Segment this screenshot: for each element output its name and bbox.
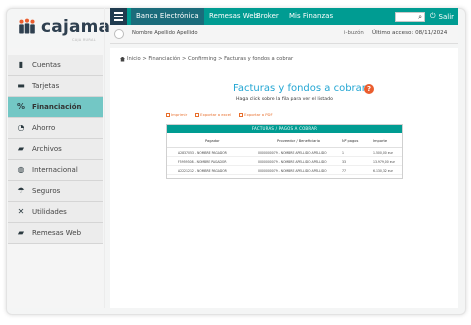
logout-button[interactable]: ⏻ Salir — [430, 8, 454, 25]
help-icon[interactable]: ? — [364, 84, 374, 94]
book-icon: ▮ — [18, 60, 24, 69]
amount-cell: 6.130,32 eur — [373, 169, 393, 173]
sidebar-item-remesas-web[interactable]: ▰ Remesas Web — [8, 223, 103, 244]
sidebar-item-label: Cuentas — [32, 61, 61, 69]
nav-item-banca-electronica[interactable]: Banca Electrónica — [131, 8, 204, 25]
sidebar-item-archivos[interactable]: ▰ Archivos — [8, 139, 103, 160]
tools-icon: ✕ — [17, 207, 25, 216]
invoice-table: FACTURAS / PAGOS A COBRAR Pagador Provee… — [166, 124, 403, 179]
sidebar-item-label: Ahorro — [32, 124, 56, 132]
column-header-provider: Proveedor / Beneficiario — [277, 139, 320, 143]
page-subtitle: Haga click sobre la fila para ver el lis… — [236, 97, 333, 102]
last-access: Último acceso: 08/11/2024 — [372, 30, 448, 36]
table-row[interactable]: A2837053 - NOMBRE PAGADOR 0000000079 - N… — [167, 148, 402, 157]
menu-button[interactable] — [110, 8, 127, 25]
print-label: Imprimir — [171, 112, 188, 117]
export-pdf-link[interactable]: Exportar a PDF — [239, 112, 273, 117]
table-header: Pagador Proveedor / Beneficiario Nº pago… — [167, 133, 402, 148]
search-icon: ⌕ — [418, 12, 422, 21]
sidebar-divider — [104, 8, 105, 308]
sidebar-item-cuentas[interactable]: ▮ Cuentas — [8, 55, 103, 76]
sidebar-item-label: Archivos — [32, 145, 62, 153]
sidebar-item-internacional[interactable]: ◍ Internacional — [8, 160, 103, 181]
user-icon — [114, 29, 124, 39]
payer-cell: A2837053 - NOMBRE PAGADOR — [178, 151, 227, 155]
menu-icon-line — [114, 15, 123, 18]
people-logo-icon — [19, 18, 35, 34]
user-name: Nombre Apellido Apellido — [132, 30, 198, 36]
export-excel-link[interactable]: Exportar a excel — [195, 112, 231, 117]
table-row[interactable]: A2221212 - NOMBRE PAGADOR 0000000079 - N… — [167, 166, 402, 175]
payer-cell: A2221212 - NOMBRE PAGADOR — [178, 169, 227, 173]
brand-name: cajamar — [41, 17, 119, 37]
provider-cell: 0000000079 - NOMBRE APELLIDO APELLIDO — [258, 160, 327, 164]
sidebar-item-label: Tarjetas — [32, 82, 60, 90]
brand-subline: CAJA RURAL — [72, 38, 96, 42]
count-cell: 33 — [342, 160, 346, 164]
amount-cell: 1.500,00 eur — [373, 151, 393, 155]
pdf-label: Exportar a PDF — [244, 112, 273, 117]
page: cajamar CAJA RURAL Banca Electrónica Rem… — [0, 0, 471, 325]
sidebar-item-ahorro[interactable]: ◔ Ahorro — [8, 118, 103, 139]
sidebar-item-label: Financiación — [32, 103, 82, 111]
count-cell: 1 — [342, 151, 344, 155]
power-icon: ⏻ — [430, 12, 436, 20]
provider-cell: 0000000079 - NOMBRE APELLIDO APELLIDO — [258, 151, 327, 155]
folder-icon: ▰ — [17, 144, 25, 153]
export-actions: Imprimir Exportar a excel Exportar a PDF — [166, 112, 273, 117]
excel-label: Exportar a excel — [200, 112, 232, 117]
table-title: FACTURAS / PAGOS A COBRAR — [167, 125, 402, 133]
sidebar-item-label: Utilidades — [32, 208, 67, 216]
search-input[interactable]: ⌕ — [395, 12, 425, 22]
card-icon: ▬ — [17, 81, 25, 90]
umbrella-icon: ☂ — [17, 186, 25, 195]
nav-item-broker[interactable]: Broker — [256, 8, 279, 25]
logout-label: Salir — [438, 12, 455, 21]
ibuzon-link[interactable]: i-buzón — [344, 30, 364, 36]
provider-cell: 0000000079 - NOMBRE APELLIDO APELLIDO — [258, 169, 327, 173]
nav-item-remesas-web[interactable]: Remesas Web — [209, 8, 258, 25]
sidebar-item-financiacion[interactable]: % Financiación — [8, 97, 103, 118]
print-link[interactable]: Imprimir — [166, 112, 187, 117]
percent-icon: % — [16, 102, 25, 111]
print-icon — [166, 112, 170, 117]
count-cell: 77 — [342, 169, 346, 173]
logo: cajamar CAJA RURAL — [8, 9, 119, 43]
folder-open-icon: ▰ — [17, 228, 25, 237]
breadcrumb-path: Inicio > Financiación > Confirming > Fac… — [127, 56, 294, 62]
home-icon — [120, 56, 125, 62]
globe-icon: ◍ — [17, 165, 25, 174]
sidebar-item-label: Internacional — [32, 166, 78, 174]
column-header-amount: Importe — [373, 139, 388, 143]
payer-cell: F5959308 - NOMBRE PAGADOR — [178, 160, 227, 164]
sidebar-item-seguros[interactable]: ☂ Seguros — [8, 181, 103, 202]
sidebar-item-label: Remesas Web — [32, 229, 82, 237]
pdf-icon — [239, 112, 244, 117]
menu-icon-line — [114, 19, 123, 21]
sidebar-item-utilidades[interactable]: ✕ Utilidades — [8, 202, 103, 223]
column-header-count: Nº pagos — [342, 139, 359, 143]
savings-icon: ◔ — [17, 123, 25, 132]
sidebar-item-tarjetas[interactable]: ▬ Tarjetas — [8, 76, 103, 97]
menu-icon-line — [114, 12, 123, 14]
nav-item-mis-finanzas[interactable]: Mis Finanzas — [289, 8, 333, 25]
amount-cell: 13.979,00 eur — [373, 160, 395, 164]
column-header-payer: Pagador — [205, 139, 220, 143]
table-row[interactable]: F5959308 - NOMBRE PAGADOR 0000000079 - N… — [167, 157, 402, 166]
page-title: Facturas y fondos a cobrar — [233, 83, 366, 94]
sidebar-item-label: Seguros — [32, 187, 61, 195]
excel-icon — [195, 112, 200, 117]
breadcrumb: Inicio > Financiación > Confirming > Fac… — [120, 56, 293, 62]
